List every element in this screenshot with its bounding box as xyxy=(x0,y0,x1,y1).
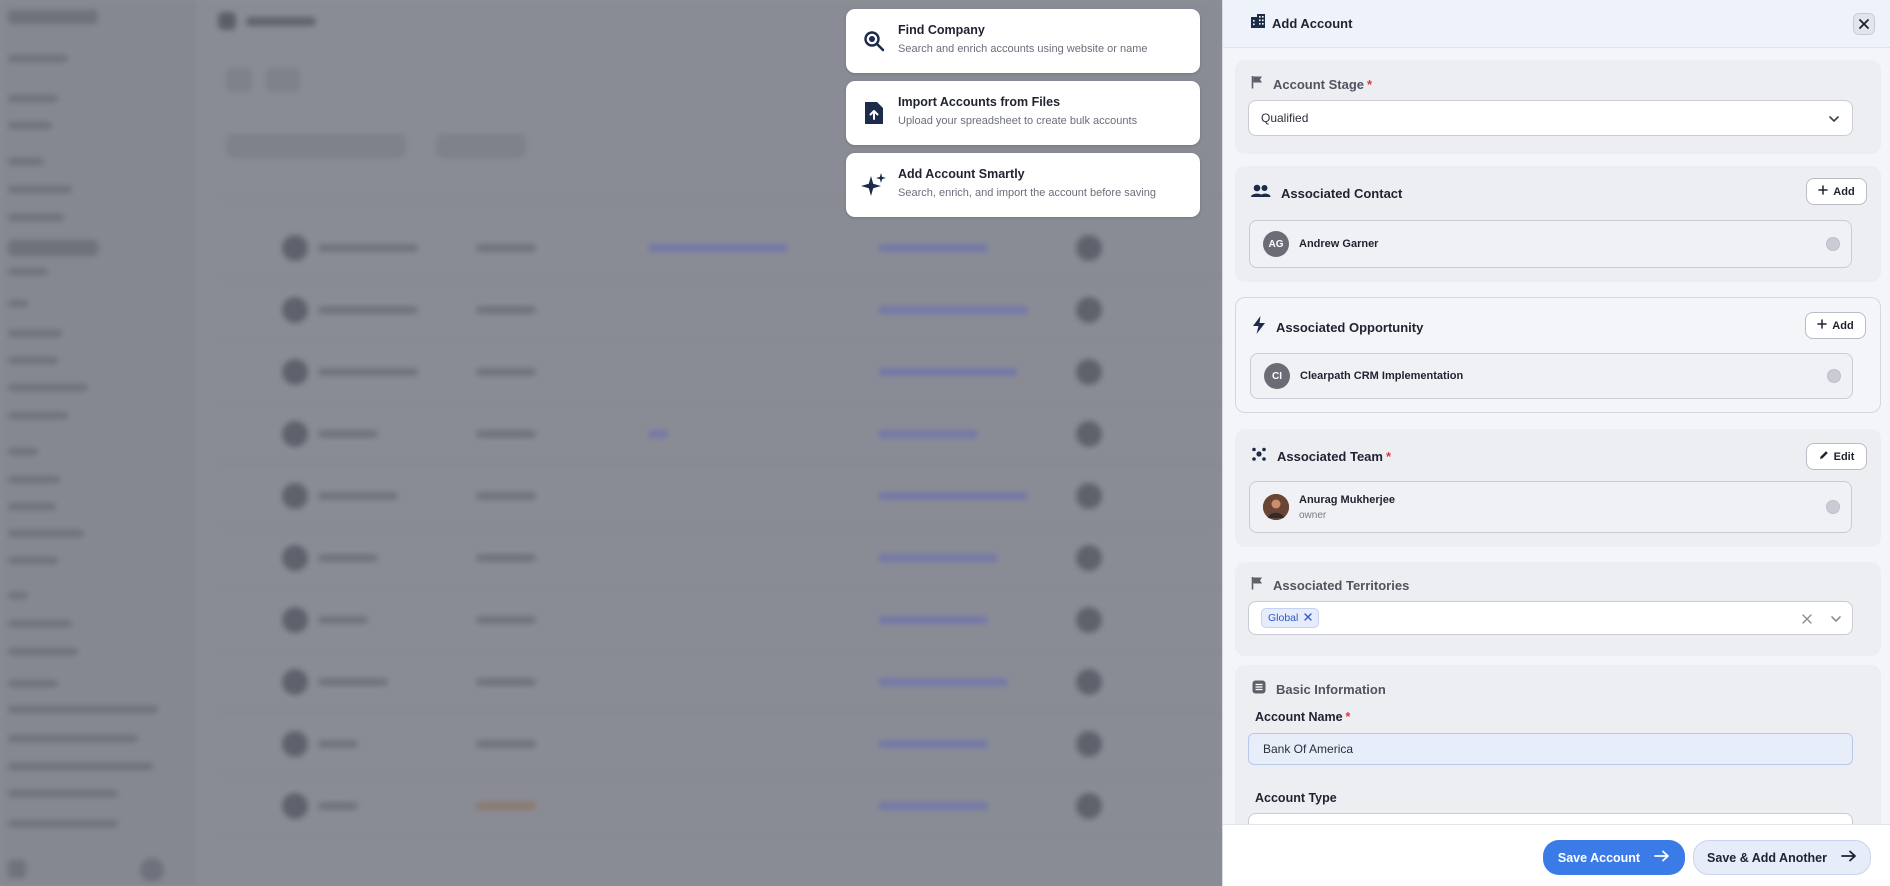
building-icon xyxy=(1250,13,1266,34)
panel-body: Account Stage * Qualified Associated Cont… xyxy=(1235,48,1881,824)
territory-tag: Global xyxy=(1261,608,1320,628)
plus-icon xyxy=(1817,319,1828,332)
associated-team-section: Associated Team * Edit Anurag Mukherjee o… xyxy=(1235,429,1881,547)
remove-team-member-button[interactable] xyxy=(1826,500,1840,514)
contact-avatar: AG xyxy=(1263,231,1289,257)
account-stage-value: Qualified xyxy=(1261,111,1309,125)
opportunity-row: CI Clearpath CRM Implementation xyxy=(1250,353,1853,399)
account-name-value: Bank Of America xyxy=(1263,742,1354,756)
remove-opportunity-button[interactable] xyxy=(1827,369,1841,383)
file-upload-icon xyxy=(860,99,888,127)
add-account-smartly-card[interactable]: Add Account Smartly Search, enrich, and … xyxy=(846,153,1200,217)
clear-icon[interactable] xyxy=(1802,613,1812,627)
account-stage-select[interactable]: Qualified xyxy=(1248,100,1853,136)
find-company-subtitle: Search and enrich accounts using website… xyxy=(898,43,1148,55)
save-account-button[interactable]: Save Account xyxy=(1543,840,1685,875)
team-member-name: Anurag Mukherjee xyxy=(1299,493,1395,506)
flag-icon xyxy=(1251,75,1263,94)
save-and-add-another-button[interactable]: Save & Add Another xyxy=(1693,840,1871,875)
account-type-label: Account Type xyxy=(1255,791,1337,805)
contact-row: AG Andrew Garner xyxy=(1249,220,1852,268)
add-contact-button[interactable]: Add xyxy=(1806,178,1867,205)
territory-tag-label: Global xyxy=(1268,612,1299,624)
add-account-smartly-subtitle: Search, enrich, and import the account b… xyxy=(898,187,1157,199)
team-member-role: owner xyxy=(1299,509,1327,521)
account-name-input[interactable]: Bank Of America xyxy=(1248,733,1853,765)
basic-information-section: Basic Information Account Name * Bank Of … xyxy=(1235,665,1881,824)
account-stage-label: Account Stage xyxy=(1273,77,1365,92)
users-icon xyxy=(1251,184,1271,203)
add-contact-label: Add xyxy=(1833,185,1855,198)
team-member-row: Anurag Mukherjee owner xyxy=(1249,481,1852,533)
save-and-add-another-label: Save & Add Another xyxy=(1707,850,1827,865)
arrow-right-icon xyxy=(1654,850,1670,865)
find-company-card[interactable]: Find Company Search and enrich accounts … xyxy=(846,9,1200,73)
add-opportunity-button[interactable]: Add xyxy=(1805,312,1866,339)
edit-team-label: Edit xyxy=(1833,450,1855,463)
associated-opportunity-label: Associated Opportunity xyxy=(1276,320,1424,335)
opportunity-name: Clearpath CRM Implementation xyxy=(1300,370,1464,382)
find-company-title: Find Company xyxy=(898,23,985,37)
team-member-avatar xyxy=(1263,494,1289,520)
plus-icon xyxy=(1818,185,1829,198)
remove-contact-button[interactable] xyxy=(1826,237,1840,251)
associated-territories-label: Associated Territories xyxy=(1273,578,1410,593)
team-icon xyxy=(1251,446,1267,467)
import-accounts-card[interactable]: Import Accounts from Files Upload your s… xyxy=(846,81,1200,145)
account-type-select[interactable] xyxy=(1248,813,1853,824)
edit-team-button[interactable]: Edit xyxy=(1806,443,1867,470)
add-opportunity-label: Add xyxy=(1832,319,1854,332)
list-icon xyxy=(1252,680,1266,699)
contact-name: Andrew Garner xyxy=(1299,238,1379,250)
sparkle-icon xyxy=(860,171,888,199)
panel-footer: Save Account Save & Add Another xyxy=(1223,824,1890,886)
associated-contact-label: Associated Contact xyxy=(1281,186,1403,201)
import-accounts-title: Import Accounts from Files xyxy=(898,95,1061,109)
chevron-down-icon xyxy=(1828,113,1840,127)
territories-select[interactable]: Global xyxy=(1248,601,1853,635)
add-account-smartly-title: Add Account Smartly xyxy=(898,167,1025,181)
add-account-panel: Add Account Account Stage * Qualified Ass… xyxy=(1222,0,1890,886)
associated-opportunity-section: Associated Opportunity Add CI Clearpath … xyxy=(1235,297,1881,413)
arrow-right-icon xyxy=(1841,850,1857,865)
panel-header: Add Account xyxy=(1223,0,1890,48)
close-button[interactable] xyxy=(1853,13,1875,35)
panel-title: Add Account xyxy=(1272,16,1353,31)
basic-information-label: Basic Information xyxy=(1276,682,1386,697)
search-company-icon xyxy=(860,27,888,55)
associated-contact-section: Associated Contact Add AG Andrew Garner xyxy=(1235,166,1881,282)
pencil-icon xyxy=(1819,450,1829,463)
remove-tag-icon[interactable] xyxy=(1304,612,1313,624)
bg-sidebar xyxy=(0,0,195,886)
associated-territories-section: Associated Territories Global xyxy=(1235,562,1881,656)
lightning-icon xyxy=(1252,316,1266,339)
close-icon xyxy=(1859,19,1869,29)
account-stage-section: Account Stage * Qualified xyxy=(1235,60,1881,154)
save-account-label: Save Account xyxy=(1557,850,1641,865)
import-accounts-subtitle: Upload your spreadsheet to create bulk a… xyxy=(898,115,1138,127)
associated-team-label: Associated Team xyxy=(1277,449,1383,464)
account-name-label: Account Name xyxy=(1255,710,1343,724)
flag-icon xyxy=(1251,576,1263,595)
chevron-down-icon xyxy=(1830,613,1842,627)
opportunity-avatar: CI xyxy=(1264,363,1290,389)
